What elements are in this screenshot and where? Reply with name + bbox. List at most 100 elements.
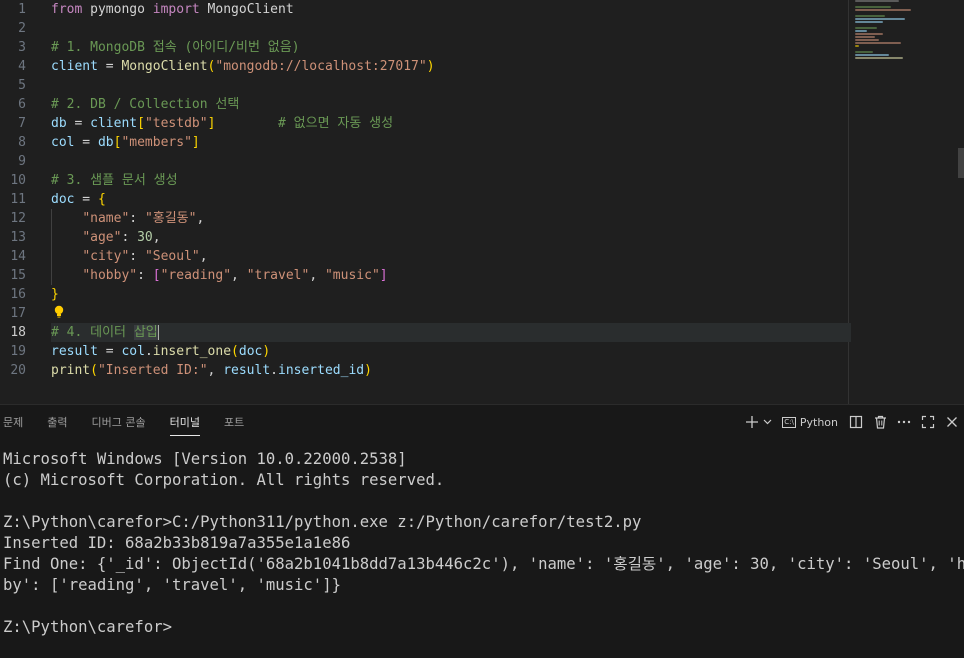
code-token: , <box>207 363 224 378</box>
terminal-line: by': ['reading', 'travel', 'music']} <box>3 576 341 594</box>
terminal-profile-selector[interactable]: C:\ Python <box>780 416 840 429</box>
terminal-prompt[interactable]: Z:\Python\carefor> <box>3 617 961 638</box>
code-token: "age" <box>82 230 122 245</box>
line-number: 3 <box>18 40 26 55</box>
code-line[interactable] <box>51 152 851 171</box>
code-token: ] <box>379 268 388 283</box>
code-token: , <box>152 230 161 245</box>
code-line[interactable]: client = MongoClient("mongodb://localhos… <box>51 57 851 76</box>
close-icon[interactable] <box>944 414 960 430</box>
code-line[interactable]: "city": "Seoul", <box>51 247 851 266</box>
line-number: 6 <box>18 97 26 112</box>
code-line[interactable]: db = client["testdb"] # 없으면 자동 생성 <box>51 114 851 133</box>
code-token: db <box>97 135 114 150</box>
line-number: 13 <box>10 230 26 245</box>
code-line[interactable]: "name": "홍길동", <box>51 209 851 228</box>
code-token: "홍길동" <box>144 211 197 226</box>
minimap-line <box>855 18 905 20</box>
code-token: : <box>129 211 145 226</box>
bottom-panel: 문제 출력 디버그 콘솔 터미널 포트 C:\ Python Microsoft… <box>0 404 964 658</box>
line-number-gutter: 1 2 3 4 5 6 7 8 9 10 11 12 13 14 15 16 1… <box>0 0 40 380</box>
code-line[interactable]: print("Inserted ID:", result.inserted_id… <box>51 361 851 380</box>
code-token: "members" <box>121 135 192 150</box>
tab-terminal[interactable]: 터미널 <box>169 408 201 436</box>
minimap-line <box>855 54 889 56</box>
code-comment: # 2. DB / Collection 선택 <box>51 97 240 112</box>
code-token: "travel" <box>246 268 310 283</box>
minimap-line <box>855 21 883 23</box>
tab-debug-console[interactable]: 디버그 콘솔 <box>92 408 146 436</box>
code-line[interactable]: "age": 30, <box>51 228 851 247</box>
code-token: pymongo <box>82 2 153 17</box>
code-line[interactable]: # 3. 샘플 문서 생성 <box>51 171 851 190</box>
editor-scrollbar-thumb[interactable] <box>958 148 964 178</box>
terminal-line: Find One: {'_id': ObjectId('68a2b1041b8d… <box>3 555 964 573</box>
tab-ports[interactable]: 포트 <box>224 408 244 436</box>
terminal-line: (c) Microsoft Corporation. All rights re… <box>3 471 445 489</box>
line-number: 5 <box>18 78 26 93</box>
code-token: { <box>97 192 106 207</box>
code-line-current[interactable]: # 4. 데이터 삽입 <box>51 323 851 342</box>
code-line[interactable]: # 1. MongoDB 접속 (아이디/비번 없음) <box>51 38 851 57</box>
code-line[interactable] <box>51 304 851 323</box>
minimap-line <box>855 51 873 53</box>
minimap-line <box>855 0 899 2</box>
code-token: ] <box>191 135 200 150</box>
code-token: : <box>137 268 153 283</box>
terminal-line: Inserted ID: 68a2b33b819a7a355e1a1e86 <box>3 534 351 552</box>
code-line[interactable]: } <box>51 285 851 304</box>
trash-icon[interactable] <box>872 414 888 430</box>
code-line[interactable]: result = col.insert_one(doc) <box>51 342 851 361</box>
code-line[interactable] <box>51 76 851 95</box>
code-token: "city" <box>82 249 130 264</box>
terminal-line: Z:\Python\carefor>C:/Python311/python.ex… <box>3 513 642 531</box>
code-line[interactable]: # 2. DB / Collection 선택 <box>51 95 851 114</box>
code-line[interactable] <box>51 19 851 38</box>
code-token: client <box>90 116 138 131</box>
more-icon[interactable] <box>896 414 912 430</box>
code-token: "testdb" <box>144 116 208 131</box>
maximize-icon[interactable] <box>920 414 936 430</box>
tab-problems[interactable]: 문제 <box>3 408 23 436</box>
code-token: print <box>51 363 91 378</box>
code-line[interactable]: col = db["members"] <box>51 133 851 152</box>
code-token: col <box>121 344 145 359</box>
code-line[interactable]: "hobby": ["reading", "travel", "music"] <box>51 266 851 285</box>
tab-output[interactable]: 출력 <box>47 408 67 436</box>
minimap-line <box>855 39 879 41</box>
code-token: , <box>196 211 205 226</box>
minimap[interactable] <box>855 0 955 60</box>
line-number: 14 <box>10 249 26 264</box>
line-number: 16 <box>10 287 26 302</box>
code-token: db <box>51 116 67 131</box>
code-token: from <box>51 2 83 17</box>
lightbulb-icon[interactable] <box>53 305 65 319</box>
code-line[interactable]: from pymongo import MongoClient <box>51 0 851 19</box>
code-comment: # 1. MongoDB 접속 (아이디/비번 없음) <box>51 40 300 55</box>
panel-tab-bar: 문제 출력 디버그 콘솔 터미널 포트 <box>0 405 268 439</box>
plus-icon[interactable] <box>744 414 760 430</box>
code-editor[interactable]: 1 2 3 4 5 6 7 8 9 10 11 12 13 14 15 16 1… <box>0 0 964 404</box>
split-icon[interactable] <box>848 414 864 430</box>
code-token: ( <box>90 363 98 378</box>
code-token: = <box>97 344 122 359</box>
code-token: : <box>121 230 138 245</box>
code-token: MongoClient <box>199 2 294 17</box>
code-token: client <box>51 59 98 74</box>
code-token: 30 <box>137 230 153 245</box>
code-token: ) <box>262 344 271 359</box>
line-number: 19 <box>10 344 26 359</box>
code-token: . <box>270 363 278 378</box>
code-lines[interactable]: from pymongo import MongoClient # 1. Mon… <box>51 0 851 380</box>
minimap-line <box>855 45 859 47</box>
code-line[interactable]: doc = { <box>51 190 851 209</box>
minimap-line <box>855 6 891 8</box>
chevron-down-icon[interactable] <box>762 414 772 430</box>
terminal-output[interactable]: Microsoft Windows [Version 10.0.22000.25… <box>3 449 964 638</box>
terminal-line: Microsoft Windows [Version 10.0.22000.25… <box>3 450 407 468</box>
code-token: doc <box>51 192 75 207</box>
code-comment: # 없으면 자동 생성 <box>215 116 394 131</box>
